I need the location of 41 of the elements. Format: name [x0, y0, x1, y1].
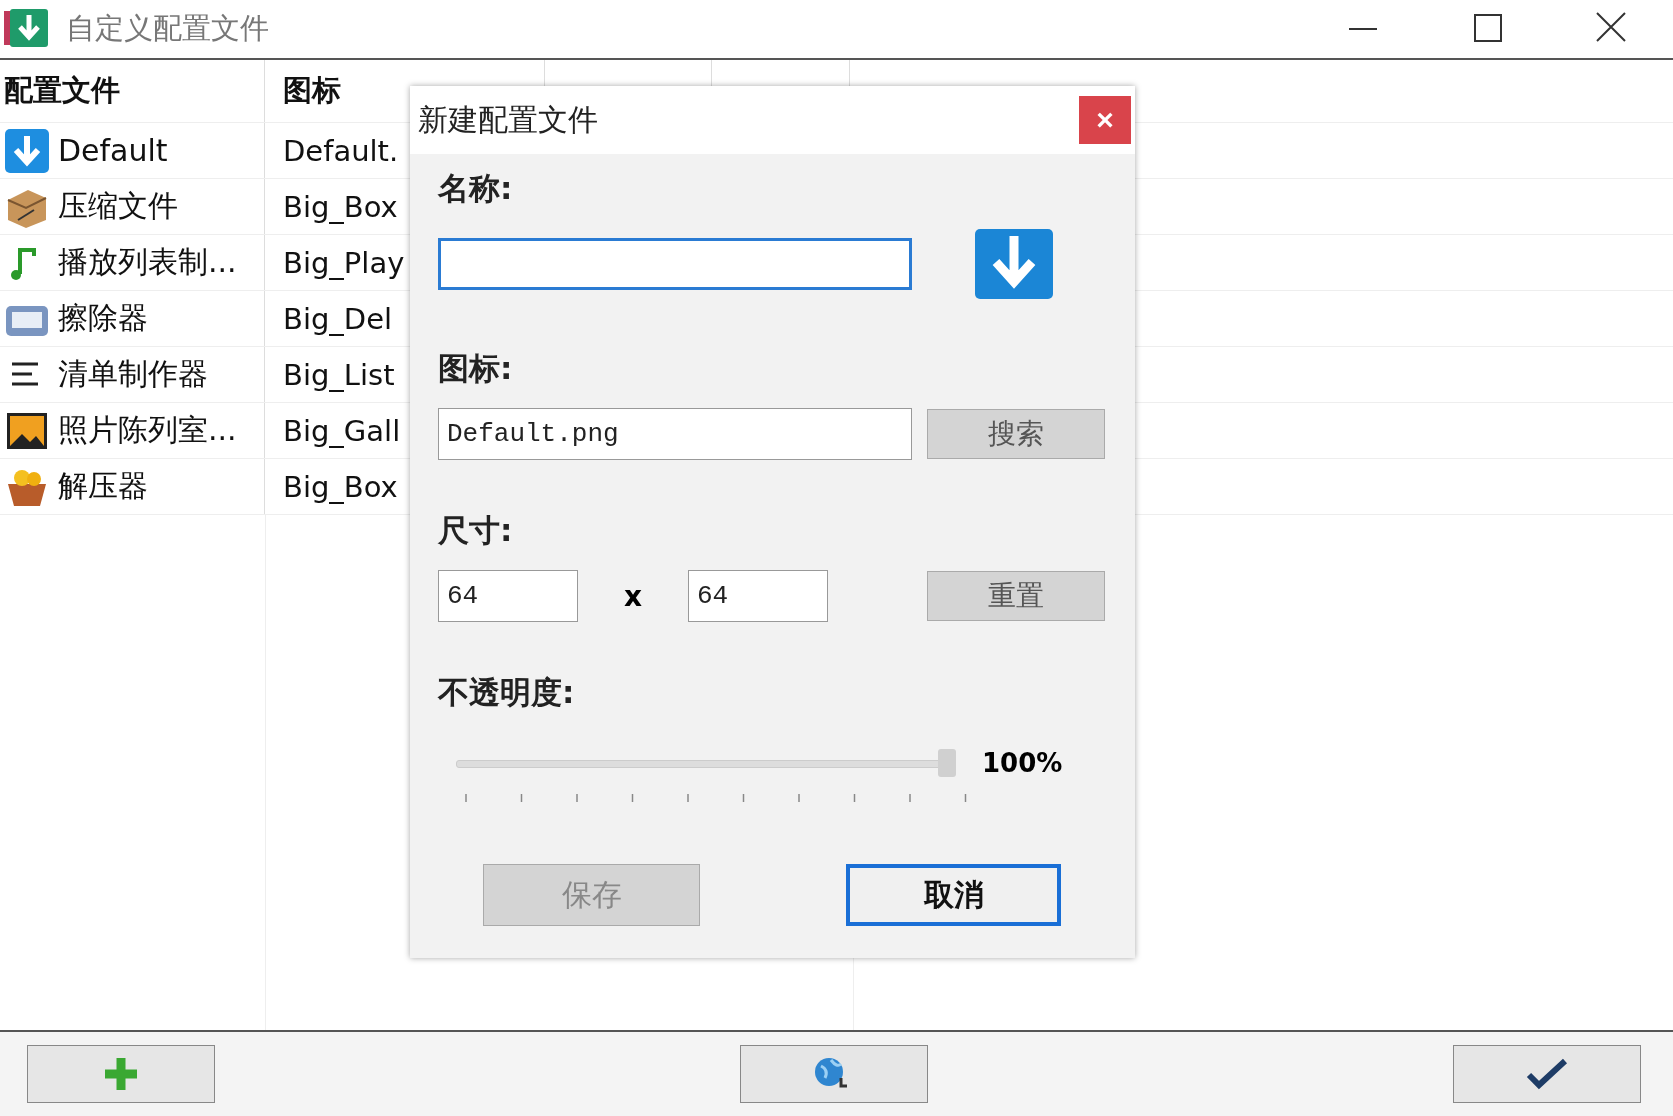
opacity-slider[interactable] [456, 749, 956, 777]
field-label: 尺寸: [438, 511, 513, 550]
reset-button[interactable]: 重置 [927, 571, 1105, 621]
profile-name[interactable]: 擦除器 [58, 298, 148, 339]
confirm-button[interactable] [1453, 1045, 1641, 1103]
column-header[interactable]: 图标 [283, 71, 341, 111]
profile-name[interactable]: 解压器 [58, 466, 148, 507]
add-button[interactable] [27, 1045, 215, 1103]
icon-file-name: Default. [283, 133, 399, 168]
icon-file-name: Big_Box [283, 189, 398, 224]
icon-file-field[interactable]: Default.png [438, 408, 912, 460]
profile-name[interactable]: 照片陈列室... [58, 410, 237, 451]
icon-file-name: Big_Del [283, 301, 393, 336]
profile-name[interactable]: Default [58, 133, 168, 168]
app-icon [4, 9, 48, 49]
globe-button[interactable] [740, 1045, 928, 1103]
icon-file-name: Big_Box [283, 469, 398, 504]
profile-name[interactable]: 压缩文件 [58, 186, 178, 227]
dialog-title: 新建配置文件 [418, 100, 598, 139]
profile-name[interactable]: 清单制作器 [58, 354, 208, 395]
cancel-button[interactable]: 取消 [846, 864, 1061, 926]
download-icon [974, 228, 1054, 300]
icon-file-name: Big_Gall [283, 413, 401, 448]
name-field[interactable] [438, 238, 912, 290]
field-label: 图标: [438, 349, 513, 388]
icon-file-name: Big_Play [283, 245, 405, 280]
close-button[interactable]: × [1079, 96, 1131, 144]
field-label: 名称: [438, 169, 513, 208]
profile-name[interactable]: 播放列表制... [58, 242, 237, 283]
browse-button[interactable]: 搜索 [927, 409, 1105, 459]
height-field[interactable]: 64 [688, 570, 828, 622]
window-title: 自定义配置文件 [66, 10, 270, 47]
column-header[interactable]: 配置文件 [4, 71, 120, 111]
download-icon [4, 127, 50, 174]
slider-thumb[interactable] [938, 749, 956, 777]
times-sign: x [622, 579, 644, 613]
field-label: 不透明度: [438, 673, 575, 712]
width-field[interactable]: 64 [438, 570, 578, 622]
checkmark-icon [1525, 1057, 1569, 1091]
opacity-value: 100% [982, 748, 1063, 778]
icon-file-name: Big_List [283, 357, 395, 392]
